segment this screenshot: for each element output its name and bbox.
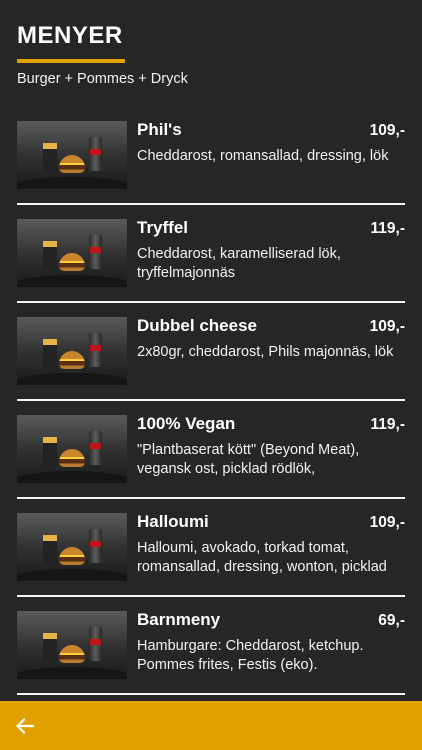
page-title: MENYER bbox=[17, 22, 123, 49]
menu-item-price: 109,- bbox=[369, 318, 405, 335]
menu-item-price: 109,- bbox=[369, 122, 405, 139]
menu-item[interactable]: Barnmeny 69,- Hamburgare: Cheddarost, ke… bbox=[17, 597, 405, 695]
title-underline bbox=[17, 59, 125, 63]
menu-item-description: 2x80gr, cheddarost, Phils majonnäs, lök bbox=[137, 344, 394, 360]
menu-item[interactable]: 100% Vegan 119,- "Plantbaserat kött" (Be… bbox=[17, 401, 405, 499]
menu-item-image bbox=[17, 317, 127, 385]
menu-item-description: Cheddarost, romansallad, dressing, lök bbox=[137, 148, 389, 164]
page-subtitle: Burger + Pommes + Dryck bbox=[17, 71, 188, 87]
menu-item-price: 69,- bbox=[378, 612, 405, 629]
menu-item-image bbox=[17, 219, 127, 287]
menu-item-description: Halloumi, avokado, torkad tomat, romansa… bbox=[137, 540, 387, 575]
menu-item-name: Dubbel cheese bbox=[137, 316, 257, 335]
menu-item-name: Tryffel bbox=[137, 218, 189, 237]
back-button[interactable] bbox=[10, 711, 40, 741]
menu-item-image bbox=[17, 611, 127, 679]
menu-item[interactable]: Tryffel 119,- Cheddarost, karamelliserad… bbox=[17, 205, 405, 303]
bottom-bar bbox=[0, 701, 422, 750]
menu-item[interactable]: Phil's 109,- Cheddarost, romansallad, dr… bbox=[17, 107, 405, 205]
menu-item-image bbox=[17, 121, 127, 189]
menu-item-name: 100% Vegan bbox=[137, 414, 236, 433]
menu-item-price: 109,- bbox=[369, 514, 405, 531]
page-header: MENYER bbox=[17, 22, 125, 63]
menu-item-image bbox=[17, 415, 127, 483]
menu-item[interactable]: Halloumi 109,- Halloumi, avokado, torkad… bbox=[17, 499, 405, 597]
menu-item-name: Barnmeny bbox=[137, 610, 221, 629]
menu-item-description: Hamburgare: Cheddarost, ketchup. Pommes … bbox=[137, 638, 364, 673]
menu-item-description: Cheddarost, karamelliserad lök, tryffelm… bbox=[137, 246, 341, 281]
menu-item-price: 119,- bbox=[370, 416, 405, 433]
menu-list: Phil's 109,- Cheddarost, romansallad, dr… bbox=[17, 107, 405, 695]
menu-item[interactable]: Dubbel cheese 109,- 2x80gr, cheddarost, … bbox=[17, 303, 405, 401]
menu-item-description: "Plantbaserat kött" (Beyond Meat), vegan… bbox=[137, 442, 360, 477]
menu-item-name: Phil's bbox=[137, 120, 182, 139]
menu-item-price: 119,- bbox=[370, 220, 405, 237]
menu-item-name: Halloumi bbox=[137, 512, 209, 531]
arrow-left-icon bbox=[16, 718, 34, 734]
menu-item-image bbox=[17, 513, 127, 581]
